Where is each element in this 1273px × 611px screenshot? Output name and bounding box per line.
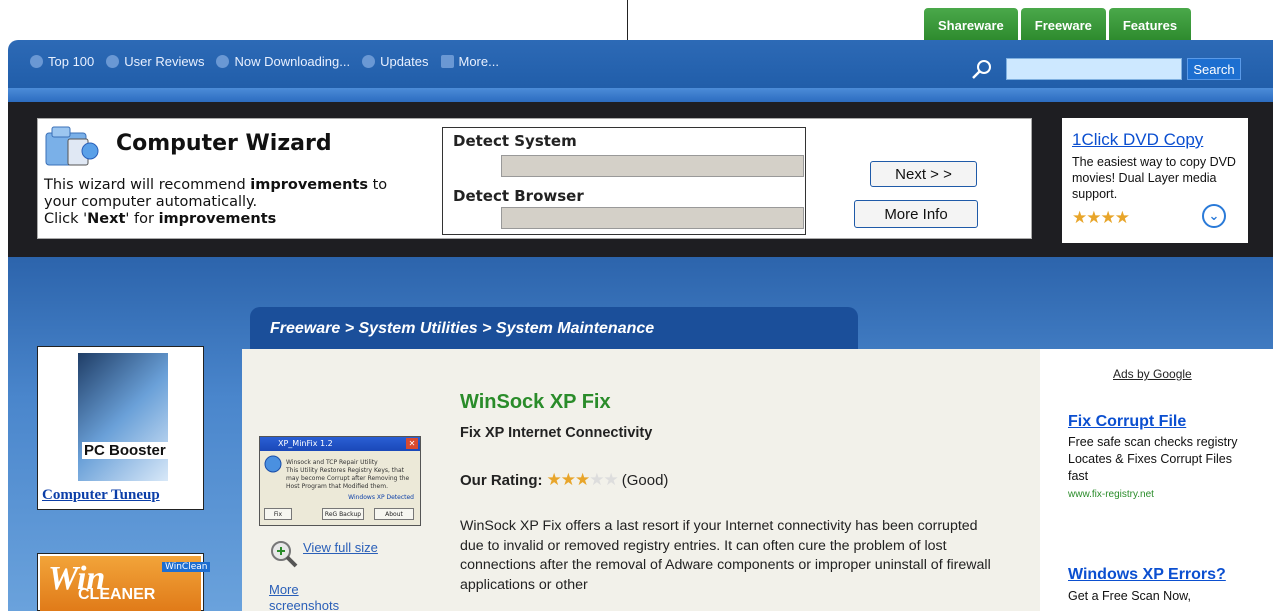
wincleaner-logo-text: CLEANER [78,586,156,603]
top-nav-bar: Top 100 User Reviews Now Downloading... … [8,40,1273,102]
wizard-text-bold: improvements [250,177,368,193]
product-rating: Our Rating: ★★★★★ (Good) [460,470,668,490]
google-ad-title[interactable]: Fix Corrupt File [1068,413,1186,431]
screenshot-thumbnail[interactable]: XP_MinFix 1.2 ✕ Winsock and TCP Repair U… [259,436,421,526]
wizard-text-bold: Next [87,211,126,227]
tab-features[interactable]: Features [1108,8,1192,40]
view-full-size-link[interactable]: View full size [303,540,378,555]
wizard-title: Computer Wizard [116,131,332,156]
wizard-text: Click ' [44,211,88,227]
search-button[interactable]: Search [1187,58,1241,80]
ads-by-google-link[interactable]: Ads by Google [1113,367,1192,381]
nav-more[interactable]: More... [440,54,499,69]
product-title: WinSock XP Fix [460,391,611,413]
nav-label: More... [458,54,499,69]
nav-label: Updates [380,54,429,69]
folder-computer-icon [45,126,99,166]
wizard-text: ' for [125,211,159,227]
search-icon[interactable] [970,58,994,82]
detect-panel: Detect System Detect Browser [442,127,806,235]
ad-description: The easiest way to copy DVD movies! Dual… [1072,155,1236,201]
nav-menu: Top 100 User Reviews Now Downloading... … [30,54,511,69]
nav-updates[interactable]: Updates [362,54,429,69]
stars-filled: ★★★ [546,470,591,489]
nav-strip [8,88,1273,102]
google-ad-description: Free safe scan checks registry Locates &… [1068,435,1238,483]
speech-bubble-icon [106,55,120,68]
close-icon: ✕ [406,438,418,449]
top-tabs: Shareware Freeware Features [924,8,1194,40]
page: Shareware Freeware Features Top 100 User… [0,0,1273,611]
detect-system-progress [501,155,804,177]
wizard-text: This wizard will recommend [44,177,251,193]
star-rating: ★★★★★ [546,470,619,490]
nav-label: User Reviews [124,54,205,69]
computer-tuneup-link[interactable]: Computer Tuneup [42,487,160,504]
globe-icon [264,455,282,473]
screenshot-heading: Winsock and TCP Repair Utility [286,459,378,466]
wincleaner-ad[interactable]: Win CLEANER WinClean [37,553,211,611]
product-box-label: PC Booster [82,442,168,459]
more-screenshots-link[interactable]: More screenshots [269,582,339,611]
backup-button: ReG Backup [322,508,364,520]
fix-button: Fix [264,508,292,520]
wizard-text: to [367,177,388,193]
nav-user-reviews[interactable]: User Reviews [106,54,204,69]
more-info-button[interactable]: More Info [854,200,978,228]
computer-wizard: Computer Wizard This wizard will recomme… [37,118,1032,239]
divider [627,0,628,40]
breadcrumb: Freeware > System Utilities > System Mai… [250,307,858,351]
dropdown-icon [440,55,454,68]
detect-browser-label: Detect Browser [453,187,584,205]
thumb-icon [30,55,43,68]
product-box-image: PC Booster [78,353,168,481]
tab-shareware[interactable]: Shareware [924,8,1018,40]
google-ad-title[interactable]: Windows XP Errors? [1068,566,1226,584]
wincleaner-banner: Win CLEANER WinClean [40,556,211,611]
nav-label: Top 100 [48,54,95,69]
pc-booster-ad: PC Booster Computer Tuneup [37,346,204,510]
google-ad-description: Get a Free Scan Now, [1068,589,1191,603]
chevron-down-icon[interactable]: ⌄ [1202,204,1226,228]
nav-now-downloading[interactable]: Now Downloading... [216,54,350,69]
play-icon [362,55,376,68]
dvd-copy-ad: 1Click DVD Copy The easiest way to copy … [1062,118,1248,243]
about-button: About [374,508,414,520]
screenshot-detected: Windows XP Detected [348,494,414,501]
magnify-plus-icon[interactable] [268,538,300,570]
detect-system-label: Detect System [453,132,577,150]
more-screenshots-label: screenshots [269,598,340,611]
wizard-text: your computer automatically. [44,194,258,210]
detect-browser-progress [501,207,804,229]
rating-label: Our Rating: [460,471,543,489]
sun-icon [216,55,230,68]
screenshot-text: Winsock and TCP Repair Utility This Utili… [286,459,416,491]
star-rating: ★★★★ [1072,208,1130,228]
wizard-description: This wizard will recommend improvements … [44,177,444,228]
search-input[interactable] [1006,58,1182,80]
screenshot-body: This Utility Restores Registry Keys, tha… [286,467,410,490]
stars-empty: ★★ [589,470,619,489]
more-screenshots-label: More [269,582,299,597]
nav-label: Now Downloading... [234,54,351,69]
rating-text: (Good) [621,471,669,489]
google-ad-url[interactable]: www.fix-registry.net [1068,489,1154,500]
screenshot-titlebar: XP_MinFix 1.2 [260,437,420,451]
product-description: WinSock XP Fix offers a last resort if y… [460,518,991,593]
tab-freeware[interactable]: Freeware [1020,8,1106,40]
wincleaner-tag: WinClean [162,562,211,572]
wizard-text-bold: improvements [158,211,277,227]
product-subtitle: Fix XP Internet Connectivity [460,425,653,441]
next-button[interactable]: Next > > [870,161,977,187]
nav-top-100[interactable]: Top 100 [30,54,94,69]
ad-title[interactable]: 1Click DVD Copy [1072,130,1203,150]
